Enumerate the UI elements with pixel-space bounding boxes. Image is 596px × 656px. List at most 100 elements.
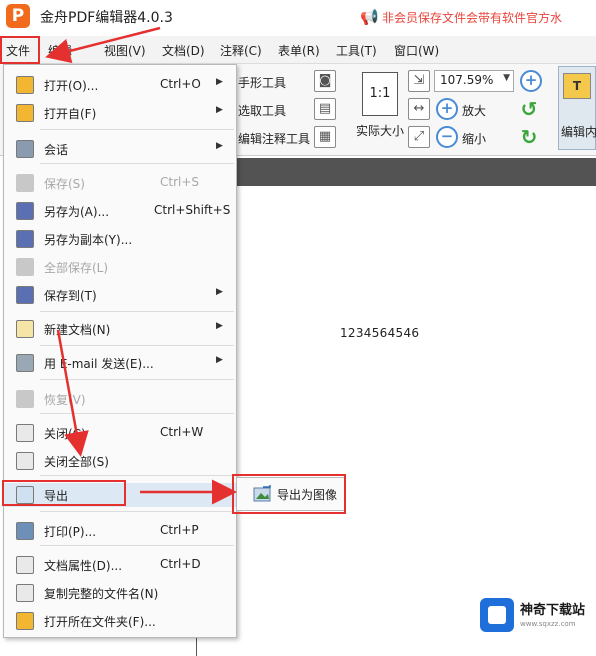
folder-cloud-icon bbox=[16, 104, 34, 122]
menu-edit[interactable]: 编辑 bbox=[48, 42, 72, 59]
menu-separator bbox=[40, 511, 234, 512]
file-menu-item: 全部保存(L) bbox=[4, 255, 236, 279]
save-copy-icon bbox=[16, 230, 34, 248]
highlight-file-menu bbox=[0, 36, 40, 64]
menu-item-shortcut: Ctrl+S bbox=[160, 175, 200, 189]
title-bar: P 金舟PDF编辑器4.0.3 📢 非会员保存文件会带有软件官方水 bbox=[0, 0, 596, 34]
file-menu-item[interactable]: 关闭全部(S) bbox=[4, 449, 236, 473]
edit-annotation-tool-button[interactable]: 编辑注释工具 bbox=[238, 130, 310, 147]
file-menu-item[interactable]: 文档属性(D)... Ctrl+D bbox=[4, 553, 236, 577]
email-icon bbox=[16, 354, 34, 372]
file-menu-dropdown: 打开(O)... Ctrl+O ▶ 打开自(F) ▶ 会话 ▶ 保存(S) Ctrl+S 另存为(… bbox=[3, 64, 237, 638]
menu-separator bbox=[40, 545, 234, 546]
megaphone-icon: 📢 bbox=[360, 8, 379, 26]
menu-item-label: 另存为(A)... bbox=[44, 205, 110, 219]
chevron-down-icon: ▼ bbox=[503, 73, 510, 83]
file-menu-item[interactable]: 打印(P)... Ctrl+P bbox=[4, 519, 236, 543]
site-logo-icon bbox=[480, 598, 514, 632]
menu-item-label: 保存到(T) bbox=[44, 289, 97, 303]
membership-notice[interactable]: 📢 非会员保存文件会带有软件官方水 bbox=[360, 6, 562, 28]
menu-separator bbox=[40, 379, 234, 380]
chevron-right-icon: ▶ bbox=[216, 141, 223, 151]
menu-separator bbox=[40, 311, 234, 312]
menu-item-label: 打开所在文件夹(F)... bbox=[44, 615, 156, 629]
zoom-value: 107.59% bbox=[440, 73, 494, 87]
save-icon bbox=[16, 174, 34, 192]
chevron-right-icon: ▶ bbox=[216, 321, 223, 331]
menu-item-label: 用 E-mail 发送(E)... bbox=[44, 357, 154, 371]
menu-view[interactable]: 视图(V) bbox=[104, 42, 146, 59]
close-document-icon bbox=[16, 424, 34, 442]
notice-text: 非会员保存文件会带有软件官方水 bbox=[382, 11, 563, 25]
highlight-export-image bbox=[232, 474, 346, 514]
file-menu-item[interactable]: 新建文档(N) ▶ bbox=[4, 317, 236, 341]
chevron-right-icon: ▶ bbox=[216, 487, 223, 497]
menu-form[interactable]: 表单(R) bbox=[278, 42, 320, 59]
open-folder-icon bbox=[16, 612, 34, 630]
fit-width-icon[interactable]: ↔ bbox=[408, 98, 430, 120]
menu-item-label: 另存为副本(Y)... bbox=[44, 233, 133, 247]
close-all-icon bbox=[16, 452, 34, 470]
app-logo-icon: P bbox=[6, 4, 30, 28]
edit-text-icon: T bbox=[563, 73, 591, 99]
zoom-out-button[interactable]: 缩小 bbox=[462, 130, 486, 147]
zoom-select[interactable]: 107.59% ▼ bbox=[434, 70, 514, 92]
edit-content-label: 编辑内 bbox=[561, 125, 596, 139]
zoom-out-icon[interactable]: − bbox=[436, 126, 458, 148]
menu-document[interactable]: 文档(D) bbox=[162, 42, 205, 59]
document-canvas[interactable] bbox=[196, 186, 596, 656]
file-menu-item[interactable]: 复制完整的文件名(N) bbox=[4, 581, 236, 605]
menu-item-shortcut: Ctrl+O bbox=[160, 77, 201, 91]
zoom-search-icon[interactable]: + bbox=[520, 70, 542, 92]
highlight-export-item bbox=[2, 480, 126, 506]
select-tool-button[interactable]: 选取工具 bbox=[238, 102, 286, 119]
file-menu-item[interactable]: 打开自(F) ▶ bbox=[4, 101, 236, 125]
file-menu-item[interactable]: 打开所在文件夹(F)... bbox=[4, 609, 236, 633]
fit-visible-icon[interactable]: ⤢ bbox=[408, 126, 430, 148]
menu-separator bbox=[40, 129, 234, 130]
new-document-icon bbox=[16, 320, 34, 338]
document-tools-icon[interactable]: ▦ bbox=[314, 126, 336, 148]
file-menu-item[interactable]: 关闭(C) Ctrl+W bbox=[4, 421, 236, 445]
file-menu-item[interactable]: 保存到(T) ▶ bbox=[4, 283, 236, 307]
menu-separator bbox=[40, 413, 234, 414]
session-icon bbox=[16, 140, 34, 158]
paste-icon[interactable]: ▤ bbox=[314, 98, 336, 120]
menu-item-label: 新建文档(N) bbox=[44, 323, 111, 337]
zoom-in-button[interactable]: 放大 bbox=[462, 102, 486, 119]
menu-annotation[interactable]: 注释(C) bbox=[220, 42, 262, 59]
site-watermark: 神奇下载站 www.sqxzz.com bbox=[480, 596, 592, 636]
hand-tool-button[interactable]: 手形工具 bbox=[238, 74, 286, 91]
folder-open-icon bbox=[16, 76, 34, 94]
save-as-icon bbox=[16, 202, 34, 220]
save-all-icon bbox=[16, 258, 34, 276]
file-menu-item[interactable]: 会话 ▶ bbox=[4, 137, 236, 161]
snapshot-icon[interactable]: ◙ bbox=[314, 70, 336, 92]
zoom-in-icon[interactable]: + bbox=[436, 98, 458, 120]
file-menu-item[interactable]: 另存为副本(Y)... bbox=[4, 227, 236, 251]
actual-size-icon[interactable]: 1:1 bbox=[362, 72, 398, 116]
menu-tools[interactable]: 工具(T) bbox=[336, 42, 377, 59]
menu-item-label: 保存(S) bbox=[44, 177, 85, 191]
menu-item-shortcut: Ctrl+W bbox=[160, 425, 204, 439]
copy-filename-icon bbox=[16, 584, 34, 602]
menu-item-label: 打开自(F) bbox=[44, 107, 97, 121]
chevron-right-icon: ▶ bbox=[216, 287, 223, 297]
fit-page-icon[interactable]: ⇲ bbox=[408, 70, 430, 92]
file-menu-item: 恢复(V) bbox=[4, 387, 236, 411]
file-menu-item[interactable]: 打开(O)... Ctrl+O ▶ bbox=[4, 73, 236, 97]
menu-item-label: 全部保存(L) bbox=[44, 261, 109, 275]
menu-item-label: 打印(P)... bbox=[44, 525, 97, 539]
file-menu-item[interactable]: 另存为(A)... Ctrl+Shift+S bbox=[4, 199, 236, 223]
menu-separator bbox=[40, 163, 234, 164]
menu-item-label: 关闭(C) bbox=[44, 427, 86, 441]
actual-size-button[interactable]: 实际大小 bbox=[356, 122, 404, 139]
rotate-left-icon[interactable]: ↺ bbox=[518, 98, 540, 120]
edit-content-button[interactable]: T 编辑内 bbox=[558, 66, 596, 150]
menu-item-label: 文档属性(D)... bbox=[44, 559, 123, 573]
file-menu-item: 保存(S) Ctrl+S bbox=[4, 171, 236, 195]
file-menu-item[interactable]: 用 E-mail 发送(E)... ▶ bbox=[4, 351, 236, 375]
menu-window[interactable]: 窗口(W) bbox=[394, 42, 439, 59]
rotate-right-icon[interactable]: ↻ bbox=[518, 126, 540, 148]
menu-item-shortcut: Ctrl+P bbox=[160, 523, 199, 537]
